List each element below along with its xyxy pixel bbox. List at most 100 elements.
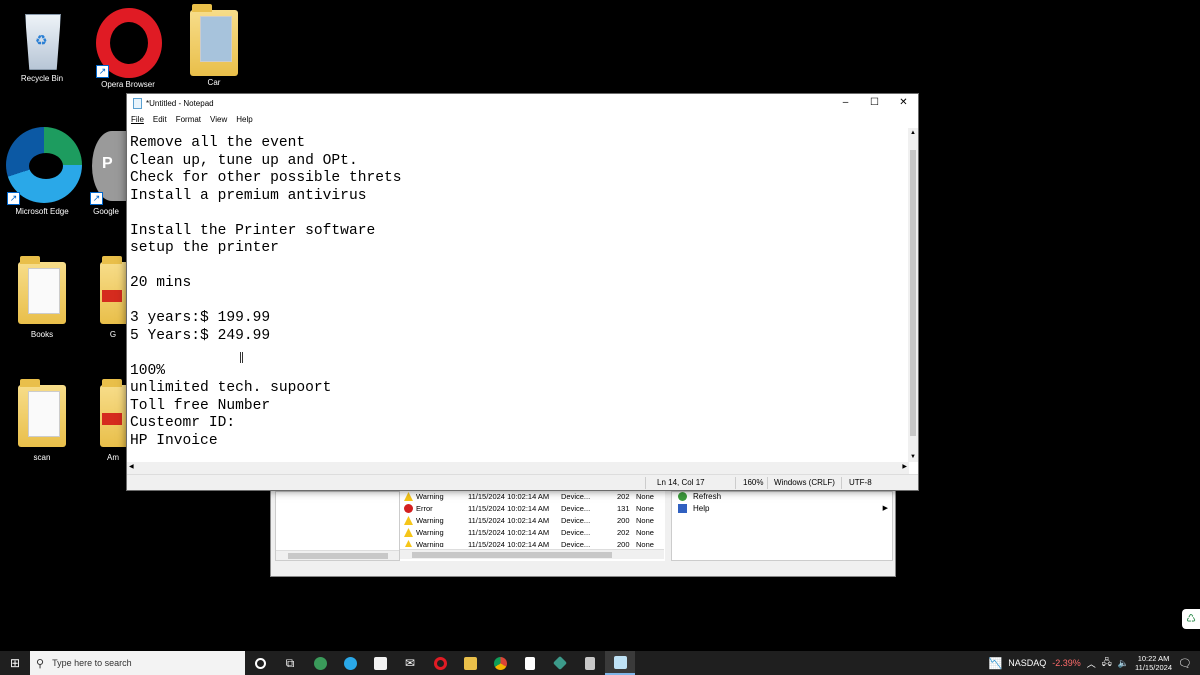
- desktop-icon-label: Google: [93, 207, 119, 216]
- close-button[interactable]: ✕: [889, 94, 918, 112]
- taskbar-chrome[interactable]: [485, 651, 515, 675]
- taskbar-app-1[interactable]: [305, 651, 335, 675]
- event-row[interactable]: Warning 11/15/2024 10:02:14 AM Device...…: [400, 491, 665, 503]
- folder-icon: [463, 656, 477, 670]
- taskbar-document[interactable]: [515, 651, 545, 675]
- windows-logo-icon: ⊞: [9, 656, 21, 670]
- side-widget-icon[interactable]: ♺: [1182, 609, 1200, 629]
- desktop-icon-scan[interactable]: scan: [2, 379, 82, 462]
- google-icon: P ↗: [86, 127, 132, 205]
- desktop-icon-am[interactable]: Am: [100, 379, 126, 462]
- desktop-icon-label: Microsoft Edge: [15, 207, 69, 216]
- cortana-button[interactable]: [245, 651, 275, 675]
- show-hidden-icons-icon[interactable]: ︿: [1087, 657, 1096, 670]
- ticker-change: -2.39%: [1052, 658, 1081, 668]
- desktop-icon-opera[interactable]: ↗ Opera Browser: [88, 6, 168, 89]
- actions-pane[interactable]: Refresh Help ▶: [671, 491, 893, 561]
- start-button[interactable]: ⊞: [0, 656, 30, 670]
- warning-icon: [404, 492, 413, 501]
- event-row[interactable]: Warning 11/15/2024 10:02:14 AM Device...…: [400, 515, 665, 527]
- desktop-icon-edge[interactable]: ↗ Microsoft Edge: [2, 127, 82, 216]
- event-task: None: [636, 528, 654, 537]
- search-placeholder: Type here to search: [52, 658, 132, 668]
- vertical-scrollbar[interactable]: ▲ ▼: [908, 128, 918, 462]
- event-task: None: [636, 540, 654, 547]
- action-help[interactable]: Help ▶: [672, 501, 892, 516]
- stock-chart-icon: 📉: [988, 657, 1003, 670]
- notepad-icon: [613, 655, 627, 669]
- volume-icon[interactable]: 🔈: [1118, 658, 1129, 669]
- action-refresh[interactable]: Refresh: [672, 492, 892, 501]
- scroll-down-icon[interactable]: ▼: [910, 454, 916, 460]
- submenu-arrow-icon: ▶: [882, 505, 888, 512]
- refresh-icon: [678, 492, 687, 501]
- event-source: Device...: [561, 492, 591, 501]
- taskbar-edge[interactable]: [335, 651, 365, 675]
- folder-icon: [18, 379, 66, 447]
- app-icon: [552, 655, 568, 671]
- menu-format[interactable]: Format: [176, 115, 201, 124]
- notepad-menu-bar: File Edit Format View Help: [127, 112, 918, 126]
- taskbar-notepad[interactable]: [605, 651, 635, 675]
- desktop-icon-label: Recycle Bin: [20, 74, 64, 83]
- scroll-left-icon[interactable]: ◀: [129, 463, 134, 470]
- menu-edit[interactable]: Edit: [153, 115, 167, 124]
- shortcut-arrow-icon: ↗: [7, 192, 20, 205]
- clock[interactable]: 10:22 AM 11/15/2024: [1135, 654, 1172, 672]
- event-row[interactable]: Warning 11/15/2024 10:02:14 AM Device...…: [400, 539, 665, 547]
- shortcut-arrow-icon: ↗: [90, 192, 103, 205]
- desktop-icon-recycle-bin[interactable]: ♻ Recycle Bin: [2, 6, 82, 83]
- event-source: Device...: [561, 528, 591, 537]
- taskbar-mail[interactable]: ✉: [395, 651, 425, 675]
- taskbar-search-box[interactable]: ⚲ Type here to search: [30, 651, 245, 675]
- taskbar-app-2[interactable]: [545, 651, 575, 675]
- event-date: 11/15/2024 10:02:14 AM: [468, 540, 550, 547]
- warning-icon: [404, 540, 413, 547]
- taskbar-opera[interactable]: [425, 651, 455, 675]
- search-icon: ⚲: [36, 657, 45, 670]
- event-level: Warning: [416, 528, 444, 537]
- mail-icon: ✉: [404, 656, 416, 670]
- notepad-status-bar: Ln 14, Col 17 160% Windows (CRLF) UTF-8: [127, 474, 918, 490]
- tree-horizontal-scrollbar[interactable]: [276, 550, 402, 560]
- event-level: Warning: [416, 492, 444, 501]
- status-position: Ln 14, Col 17: [657, 478, 705, 487]
- taskbar-store[interactable]: [365, 651, 395, 675]
- taskbar-file-explorer[interactable]: [455, 651, 485, 675]
- menu-file[interactable]: File: [131, 115, 144, 124]
- notifications-icon[interactable]: 🗨: [1178, 657, 1192, 670]
- desktop-icon-label: Car: [207, 78, 221, 87]
- desktop-icon-books[interactable]: Books: [2, 256, 82, 339]
- event-task: None: [636, 516, 654, 525]
- event-viewer-window[interactable]: Warning 11/15/2024 10:02:14 AM Device...…: [270, 490, 896, 577]
- ticker-name[interactable]: NASDAQ: [1008, 658, 1046, 668]
- menu-help[interactable]: Help: [236, 115, 252, 124]
- edge-icon: [343, 656, 357, 670]
- taskbar-app-3[interactable]: [575, 651, 605, 675]
- task-view-button[interactable]: ⧉: [275, 651, 305, 675]
- folder-icon: [100, 379, 126, 447]
- network-icon[interactable]: 🖧: [1102, 655, 1112, 671]
- notepad-text-area[interactable]: Remove all the event Clean up, tune up a…: [127, 128, 909, 462]
- event-source: Device...: [561, 540, 591, 547]
- notepad-window[interactable]: *Untitled - Notepad – ☐ ✕ File Edit Form…: [126, 93, 919, 491]
- event-row[interactable]: Warning 11/15/2024 10:02:14 AM Device...…: [400, 527, 665, 539]
- desktop-icon-g[interactable]: G: [100, 256, 126, 339]
- event-id: 200: [617, 540, 630, 547]
- opera-icon: ↗: [92, 6, 164, 78]
- event-list-horizontal-scrollbar[interactable]: [400, 549, 664, 559]
- app-icon: [585, 656, 595, 670]
- minimize-button[interactable]: –: [831, 94, 860, 112]
- event-list[interactable]: Warning 11/15/2024 10:02:14 AM Device...…: [399, 491, 665, 561]
- maximize-button[interactable]: ☐: [860, 94, 889, 112]
- menu-view[interactable]: View: [210, 115, 227, 124]
- scrollbar-thumb[interactable]: [910, 150, 916, 436]
- horizontal-scrollbar[interactable]: ◀ ▶: [127, 462, 909, 474]
- event-date: 11/15/2024 10:02:14 AM: [468, 516, 550, 525]
- desktop-icon-google[interactable]: P ↗ Google: [86, 127, 132, 216]
- event-row[interactable]: Error 11/15/2024 10:02:14 AM Device... 1…: [400, 503, 665, 515]
- scroll-up-icon[interactable]: ▲: [910, 130, 916, 136]
- desktop-icon-car[interactable]: Car: [174, 4, 254, 87]
- scroll-right-icon[interactable]: ▶: [902, 463, 907, 470]
- notepad-title-bar[interactable]: *Untitled - Notepad – ☐ ✕: [127, 94, 918, 112]
